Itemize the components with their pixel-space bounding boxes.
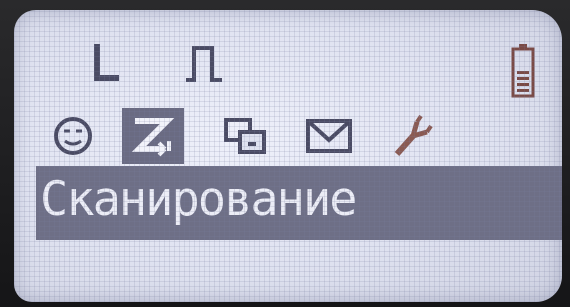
selected-item-label: Сканирование [40,172,358,227]
lcd-screen: Сканирование [14,10,562,302]
battery-icon [511,44,535,98]
selected-item-label-bar: Сканирование [36,166,562,240]
pulse-icon [186,46,222,82]
device-bezel: Сканирование [0,0,570,307]
line-in-icon [94,44,119,81]
mail-icon [306,119,352,153]
face-icon [54,117,92,155]
wrench-icon [394,114,433,156]
menu-item-settings[interactable] [382,108,444,164]
scan-icon [131,118,175,157]
menu-item-copy[interactable] [214,108,276,164]
menu-item-face[interactable] [42,108,104,164]
menu-item-mail[interactable] [298,108,360,164]
copy-icon [224,118,266,154]
menu-item-scan[interactable] [122,108,184,164]
